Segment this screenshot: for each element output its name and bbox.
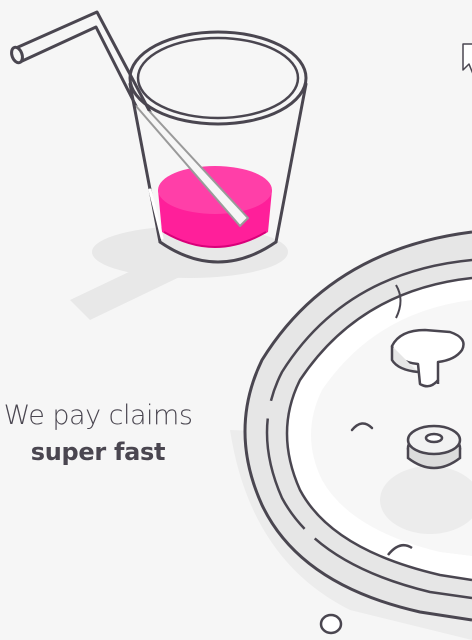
illustration-scene bbox=[10, 10, 472, 640]
cup-juice bbox=[158, 166, 272, 248]
pebble bbox=[319, 613, 343, 635]
headline-line-2: super fast bbox=[30, 438, 166, 466]
mouse-pointer-icon bbox=[462, 43, 472, 74]
headline: We pay claims super fast bbox=[0, 398, 196, 470]
headline-line-1: We pay claims bbox=[3, 400, 193, 431]
donut-floaty bbox=[406, 424, 462, 470]
